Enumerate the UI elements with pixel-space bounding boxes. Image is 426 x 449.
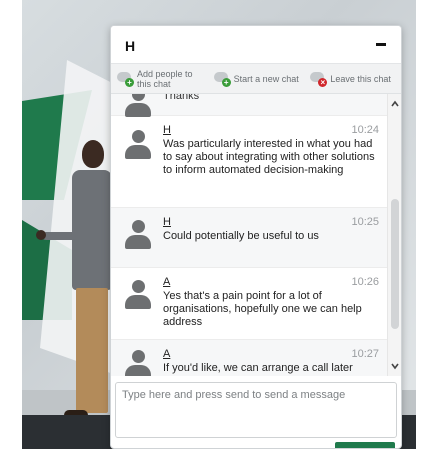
message-time: 10:27 <box>351 348 379 360</box>
message-sender[interactable]: A <box>163 276 170 288</box>
message-text: Could potentially be useful to us <box>163 230 319 242</box>
start-chat-label: Start a new chat <box>233 73 299 84</box>
chat-toolbar: + Add people to this chat + Start a new … <box>111 64 401 94</box>
send-button[interactable] <box>335 442 395 448</box>
chat-header: H <box>111 26 401 64</box>
message-text: Thanks <box>163 94 200 102</box>
add-person-icon: + <box>117 71 134 87</box>
message-item: H 10:24 Was particularly interested in w… <box>111 116 389 208</box>
new-chat-icon: + <box>213 71 231 87</box>
message-time: 10:24 <box>351 124 379 136</box>
avatar <box>125 280 151 310</box>
message-input[interactable] <box>116 383 396 437</box>
leave-chat-button[interactable]: × Leave this chat <box>304 64 401 93</box>
leave-chat-icon: × <box>310 71 328 87</box>
start-chat-button[interactable]: + Start a new chat <box>208 64 305 93</box>
message-item: A 10:26 Yes that's a pain point for a lo… <box>111 268 389 340</box>
scroll-down-icon[interactable] <box>391 362 399 370</box>
message-text: Yes that's a pain point for a lot of org… <box>163 290 362 328</box>
message-time: 10:26 <box>351 276 379 288</box>
minimize-icon[interactable] <box>371 34 391 54</box>
message-sender[interactable]: A <box>163 348 170 360</box>
avatar <box>125 220 151 250</box>
leave-chat-label: Leave this chat <box>330 73 391 84</box>
avatar <box>125 130 151 160</box>
avatar <box>125 94 151 118</box>
page-margin-right <box>416 0 426 449</box>
scroll-thumb[interactable] <box>391 199 399 329</box>
message-item: A 10:27 If you'd like, we can arrange a … <box>111 340 389 376</box>
message-scrollbar[interactable] <box>387 94 401 376</box>
message-text: If you'd like, we can arrange a call lat… <box>163 362 353 374</box>
chat-window: H + Add people to this chat + Start a ne… <box>110 25 402 449</box>
avatar <box>125 350 151 376</box>
message-item: H 10:25 Could potentially be useful to u… <box>111 208 389 268</box>
add-people-label: Add people to this chat <box>137 68 193 89</box>
message-text: Was particularly interested in what you … <box>163 138 375 176</box>
message-list[interactable]: Thanks H 10:24 Was particularly interest… <box>111 94 389 376</box>
message-sender[interactable]: H <box>163 216 171 228</box>
add-people-button[interactable]: + Add people to this chat <box>111 64 208 93</box>
scroll-up-icon[interactable] <box>391 100 399 108</box>
page-margin-left <box>0 0 22 449</box>
message-sender[interactable]: H <box>163 124 171 136</box>
message-item: Thanks <box>111 94 389 118</box>
message-composer <box>115 382 397 438</box>
message-time: 10:25 <box>351 216 379 228</box>
presenter <box>36 140 118 430</box>
chat-title: H <box>125 38 136 54</box>
